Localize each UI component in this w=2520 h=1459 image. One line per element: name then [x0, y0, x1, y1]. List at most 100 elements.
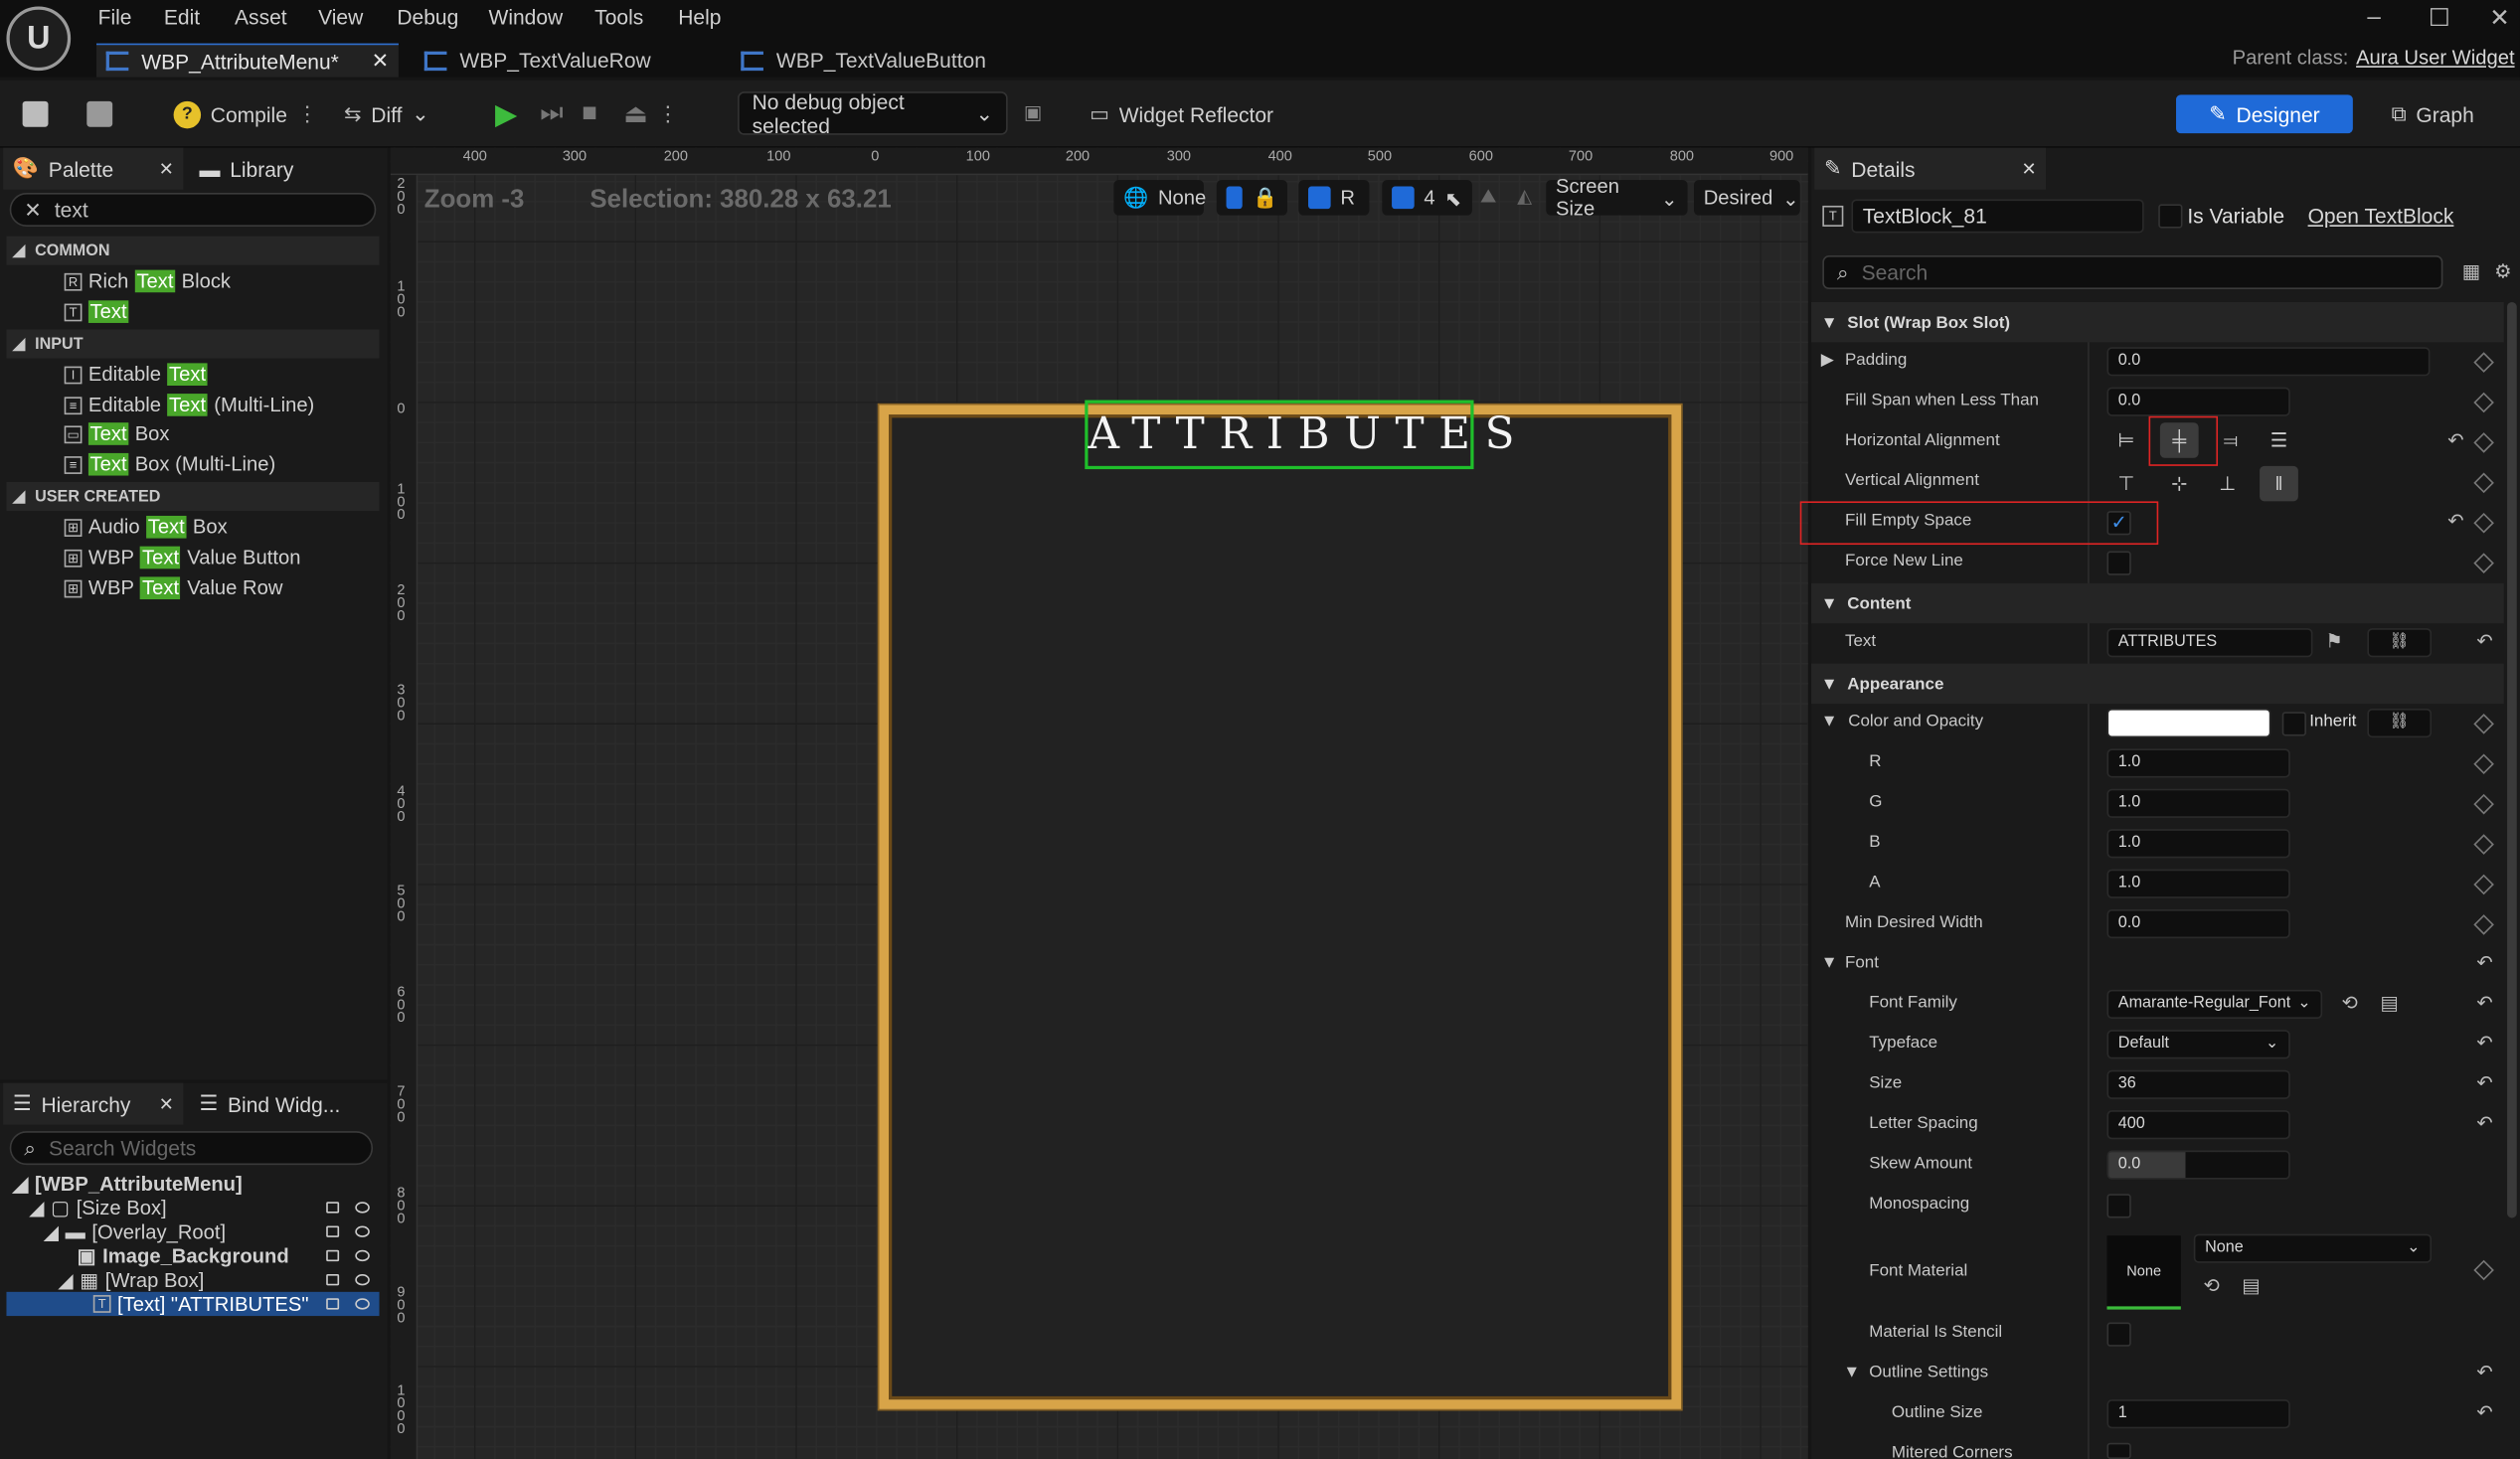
- tab-wbp-textvaluebutton[interactable]: WBP_TextValueButton: [732, 44, 1053, 78]
- keyframe-diamond-icon[interactable]: [2473, 753, 2494, 775]
- align-fill-button[interactable]: ☰: [2260, 422, 2298, 458]
- visibility-eye-icon[interactable]: [355, 1298, 370, 1310]
- keyframe-diamond-icon[interactable]: [2473, 1259, 2494, 1281]
- valign-center-button[interactable]: ⊹: [2160, 466, 2199, 502]
- padding-field[interactable]: 0.0: [2106, 347, 2431, 377]
- bind-button[interactable]: ⛓: [2367, 708, 2433, 738]
- font-family-dropdown[interactable]: Amarante-Regular_Font ⌄: [2106, 989, 2323, 1019]
- keyframe-diamond-icon[interactable]: [2473, 392, 2494, 413]
- keyframe-diamond-icon[interactable]: [2473, 553, 2494, 573]
- r-field[interactable]: 1.0: [2106, 748, 2290, 778]
- skew-slider-field[interactable]: 0.0: [2106, 1150, 2290, 1180]
- stop-button[interactable]: ■: [582, 81, 597, 148]
- widget-reflector-button[interactable]: ▭ Widget Reflector: [1090, 81, 1273, 148]
- tab-palette[interactable]: 🎨 Palette ✕: [3, 147, 184, 190]
- g-field[interactable]: 1.0: [2106, 788, 2290, 818]
- material-thumbnail[interactable]: None: [2106, 1235, 2181, 1310]
- browse-button[interactable]: [86, 81, 113, 148]
- collapse-arrow-icon[interactable]: ▼: [1843, 1363, 1860, 1381]
- visibility-eye-icon[interactable]: [355, 1225, 370, 1237]
- unreal-logo-icon[interactable]: U: [6, 6, 72, 72]
- outline-size-field[interactable]: 1: [2106, 1399, 2290, 1429]
- keyframe-diamond-icon[interactable]: [2473, 352, 2494, 373]
- debug-filter-icon[interactable]: ▣: [1024, 101, 1042, 124]
- keyframe-diamond-icon[interactable]: [2473, 432, 2494, 453]
- localization-flag-icon[interactable]: ⚑: [2325, 630, 2342, 653]
- use-selected-icon[interactable]: ⟲: [2203, 1274, 2219, 1297]
- category-input[interactable]: ◢ INPUT: [6, 329, 380, 359]
- flip-icon[interactable]: ◭: [1517, 185, 1532, 208]
- menu-window[interactable]: Window: [488, 5, 563, 29]
- close-icon[interactable]: ✕: [159, 158, 174, 179]
- menu-help[interactable]: Help: [678, 5, 721, 29]
- keyframe-diamond-icon[interactable]: [2473, 714, 2494, 734]
- lock-icon[interactable]: [326, 1274, 340, 1286]
- close-icon[interactable]: ✕: [2021, 158, 2036, 179]
- minimize-icon[interactable]: –: [2367, 3, 2380, 30]
- lock-icon[interactable]: [326, 1225, 340, 1237]
- palette-item-audio-text-box[interactable]: ⊞ Audio Text Box: [64, 513, 228, 542]
- menu-file[interactable]: File: [98, 5, 132, 29]
- settings-gear-icon[interactable]: ⚙: [2494, 260, 2511, 283]
- section-content[interactable]: ▼ Content: [1811, 582, 2504, 624]
- material-dropdown[interactable]: None ⌄: [2193, 1233, 2433, 1263]
- graph-button[interactable]: ⧉ Graph: [2392, 94, 2498, 133]
- inherit-checkbox[interactable]: [2281, 712, 2306, 736]
- palette-item-text[interactable]: T Text: [64, 297, 129, 326]
- palette-search-input[interactable]: ✕ text: [9, 193, 377, 227]
- color-swatch[interactable]: [2106, 708, 2271, 738]
- is-variable-checkbox[interactable]: [2158, 204, 2183, 229]
- menu-view[interactable]: View: [318, 5, 363, 29]
- lock-icon[interactable]: [326, 1249, 340, 1262]
- keyframe-diamond-icon[interactable]: [2473, 874, 2494, 895]
- details-search-input[interactable]: ⌕ Search: [1822, 255, 2443, 290]
- lock-toggle[interactable]: 🔒: [1216, 180, 1287, 216]
- localization-preview-button[interactable]: 🌐 None: [1113, 180, 1206, 216]
- parent-class-link[interactable]: Aura User Widget: [2356, 47, 2514, 70]
- collapse-arrow-icon[interactable]: ▼: [1821, 953, 1838, 972]
- save-button[interactable]: [22, 81, 49, 148]
- keyframe-diamond-icon[interactable]: [2473, 914, 2494, 935]
- min-width-field[interactable]: 0.0: [2106, 909, 2290, 939]
- hierarchy-search-input[interactable]: ⌕ Search Widgets: [9, 1131, 374, 1166]
- align-left-button[interactable]: ⊨: [2106, 422, 2145, 458]
- more-options-icon[interactable]: ⋮: [297, 101, 318, 127]
- visibility-eye-icon[interactable]: [355, 1249, 370, 1262]
- image-background-frame[interactable]: [879, 405, 1682, 1409]
- stencil-checkbox[interactable]: [2106, 1322, 2131, 1347]
- reset-arrow-icon[interactable]: ↶: [2476, 951, 2492, 974]
- details-scrollbar[interactable]: [2507, 301, 2517, 1218]
- reset-arrow-icon[interactable]: ↶: [2447, 429, 2463, 452]
- clear-search-icon[interactable]: ✕: [24, 197, 42, 223]
- reset-arrow-icon[interactable]: ↶: [2476, 1401, 2492, 1424]
- keyframe-diamond-icon[interactable]: [2473, 472, 2494, 494]
- play-button[interactable]: ▶: [495, 81, 517, 148]
- section-appearance[interactable]: ▼ Appearance: [1811, 663, 2504, 705]
- lock-icon[interactable]: [326, 1298, 340, 1310]
- table-view-icon[interactable]: ▦: [2462, 260, 2480, 283]
- a-field[interactable]: 1.0: [2106, 869, 2290, 898]
- reset-arrow-icon[interactable]: ↶: [2476, 630, 2492, 653]
- visibility-eye-icon[interactable]: [355, 1202, 370, 1214]
- palette-item-text-box[interactable]: ▭ Text Box: [64, 419, 170, 448]
- category-common[interactable]: ◢ COMMON: [6, 236, 380, 265]
- text-value-field[interactable]: ATTRIBUTES: [2106, 628, 2313, 658]
- tab-wbp-attributemenu[interactable]: WBP_AttributeMenu* ✕: [96, 43, 399, 78]
- maximize-icon[interactable]: ☐: [2429, 3, 2450, 32]
- debug-object-dropdown[interactable]: No debug object selected ⌄: [738, 89, 1008, 137]
- reset-arrow-icon[interactable]: ↶: [2476, 1361, 2492, 1383]
- palette-item-wbp-text-value-row[interactable]: ⊞ WBP Text Value Row: [64, 573, 282, 602]
- reset-arrow-icon[interactable]: ↶: [2476, 1071, 2492, 1094]
- valign-top-button[interactable]: ⊤: [2106, 466, 2145, 502]
- palette-item-rich-text-block[interactable]: R Rich Text Block: [64, 266, 231, 295]
- b-field[interactable]: 1.0: [2106, 829, 2290, 859]
- reset-arrow-icon[interactable]: ↶: [2476, 992, 2492, 1015]
- open-textblock-link[interactable]: Open TextBlock: [2308, 204, 2454, 228]
- mitered-checkbox[interactable]: [2106, 1442, 2131, 1459]
- reset-arrow-icon[interactable]: ↶: [2447, 509, 2463, 532]
- eject-button[interactable]: ⏏ ⋮: [623, 81, 678, 148]
- palette-item-editable-text-multiline[interactable]: ≡ Editable Text (Multi-Line): [64, 391, 314, 419]
- visibility-eye-icon[interactable]: [355, 1274, 370, 1286]
- desired-size-dropdown[interactable]: Desired ⌄: [1694, 180, 1800, 216]
- browse-folder-icon[interactable]: ▤: [2242, 1274, 2260, 1297]
